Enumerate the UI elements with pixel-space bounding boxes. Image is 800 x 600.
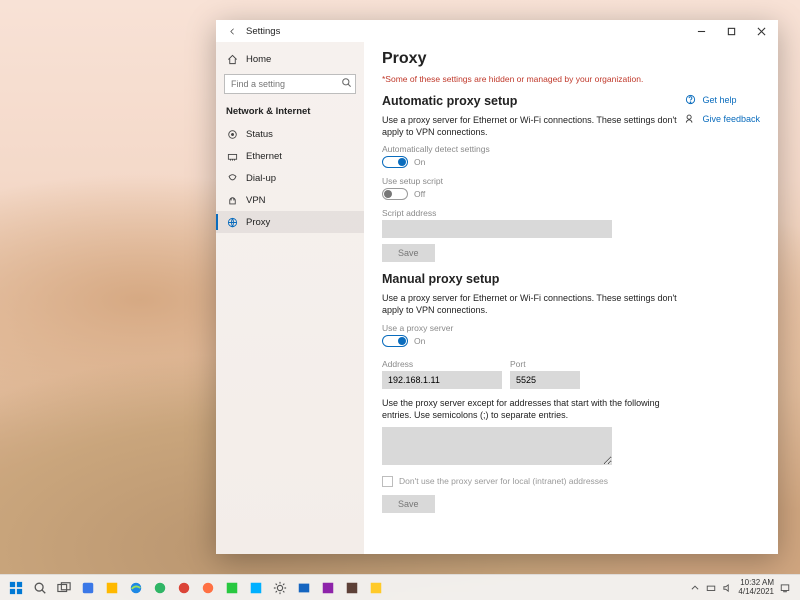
org-disclaimer: *Some of these settings are hidden or ma… <box>382 74 760 84</box>
proxy-icon <box>226 216 238 228</box>
network-tray-icon <box>706 583 716 593</box>
port-label: Port <box>510 359 580 369</box>
proxy-except-desc: Use the proxy server except for addresse… <box>382 397 682 421</box>
taskbar-app-10[interactable] <box>341 577 363 599</box>
use-script-label: Use setup script <box>382 176 760 186</box>
sidebar-search <box>224 74 356 94</box>
sidebar-item-label: Ethernet <box>246 151 282 162</box>
search-input[interactable] <box>224 74 356 94</box>
script-address-label: Script address <box>382 208 760 218</box>
sidebar-item-label: VPN <box>246 195 266 206</box>
sidebar-home[interactable]: Home <box>216 48 364 70</box>
system-tray[interactable]: 10:32 AM 4/14/2021 <box>684 579 796 596</box>
taskbar-app-1[interactable] <box>77 577 99 599</box>
dialup-icon <box>226 172 238 184</box>
settings-window: Settings Home <box>216 20 778 554</box>
notifications-icon <box>780 583 790 593</box>
desktop-background: Settings Home <box>0 0 800 600</box>
give-feedback-label: Give feedback <box>702 114 760 124</box>
manual-proxy-title: Manual proxy setup <box>382 272 760 286</box>
close-button[interactable] <box>746 20 776 42</box>
get-help-label: Get help <box>702 95 736 105</box>
sidebar-item-dialup[interactable]: Dial-up <box>216 167 364 189</box>
taskbar-app-5[interactable] <box>197 577 219 599</box>
maximize-button[interactable] <box>716 20 746 42</box>
page-title: Proxy <box>382 50 760 68</box>
auto-proxy-desc: Use a proxy server for Ethernet or Wi-Fi… <box>382 114 682 138</box>
give-feedback-link[interactable]: Give feedback <box>685 113 760 124</box>
taskbar-app-4[interactable] <box>173 577 195 599</box>
taskbar-app-9[interactable] <box>317 577 339 599</box>
chevron-up-icon <box>690 583 700 593</box>
settings-sidebar: Home Network & Internet Status Ethernet <box>216 42 364 554</box>
checkbox-icon <box>382 476 393 487</box>
window-titlebar: Settings <box>216 20 778 42</box>
taskbar-search-icon[interactable] <box>29 577 51 599</box>
sidebar-item-label: Dial-up <box>246 173 276 184</box>
help-links: Get help Give feedback <box>685 94 760 124</box>
vpn-icon <box>226 194 238 206</box>
script-address-input[interactable] <box>382 220 612 238</box>
proxy-port-input[interactable] <box>510 371 580 389</box>
taskbar-edge-icon[interactable] <box>125 577 147 599</box>
sidebar-item-vpn[interactable]: VPN <box>216 189 364 211</box>
address-label: Address <box>382 359 502 369</box>
taskbar-app-7[interactable] <box>245 577 267 599</box>
taskbar-app-6[interactable] <box>221 577 243 599</box>
tray-date: 4/14/2021 <box>738 588 774 596</box>
auto-detect-label: Automatically detect settings <box>382 144 760 154</box>
sidebar-home-label: Home <box>246 54 271 65</box>
status-icon <box>226 128 238 140</box>
bypass-local-label: Don't use the proxy server for local (in… <box>399 476 608 486</box>
sidebar-section-label: Network & Internet <box>216 102 364 123</box>
use-proxy-label: Use a proxy server <box>382 323 760 333</box>
start-button[interactable] <box>5 577 27 599</box>
settings-content: Proxy *Some of these settings are hidden… <box>364 42 778 554</box>
taskbar: 10:32 AM 4/14/2021 <box>0 574 800 600</box>
manual-proxy-desc: Use a proxy server for Ethernet or Wi-Fi… <box>382 292 682 316</box>
taskbar-app-11[interactable] <box>365 577 387 599</box>
auto-detect-state: On <box>414 157 425 167</box>
taskbar-app-2[interactable] <box>101 577 123 599</box>
home-icon <box>226 53 238 65</box>
get-help-link[interactable]: Get help <box>685 94 760 105</box>
sidebar-item-ethernet[interactable]: Ethernet <box>216 145 364 167</box>
manual-save-button[interactable]: Save <box>382 495 435 513</box>
volume-tray-icon <box>722 583 732 593</box>
window-title: Settings <box>246 26 280 37</box>
auto-detect-toggle[interactable]: On <box>382 156 425 168</box>
use-script-toggle[interactable]: Off <box>382 188 425 200</box>
proxy-address-input[interactable] <box>382 371 502 389</box>
taskbar-settings[interactable] <box>269 577 291 599</box>
use-proxy-toggle[interactable]: On <box>382 335 425 347</box>
use-script-state: Off <box>414 189 425 199</box>
search-icon <box>341 77 352 91</box>
use-proxy-state: On <box>414 336 425 346</box>
auto-save-button[interactable]: Save <box>382 244 435 262</box>
task-view-icon[interactable] <box>53 577 75 599</box>
sidebar-item-label: Status <box>246 129 273 140</box>
back-button[interactable] <box>218 20 246 42</box>
bypass-local-checkbox[interactable]: Don't use the proxy server for local (in… <box>382 476 760 487</box>
taskbar-app-3[interactable] <box>149 577 171 599</box>
proxy-except-input[interactable] <box>382 427 612 465</box>
minimize-button[interactable] <box>686 20 716 42</box>
taskbar-app-8[interactable] <box>293 577 315 599</box>
sidebar-item-label: Proxy <box>246 217 270 228</box>
sidebar-item-proxy[interactable]: Proxy <box>216 211 364 233</box>
sidebar-item-status[interactable]: Status <box>216 123 364 145</box>
ethernet-icon <box>226 150 238 162</box>
